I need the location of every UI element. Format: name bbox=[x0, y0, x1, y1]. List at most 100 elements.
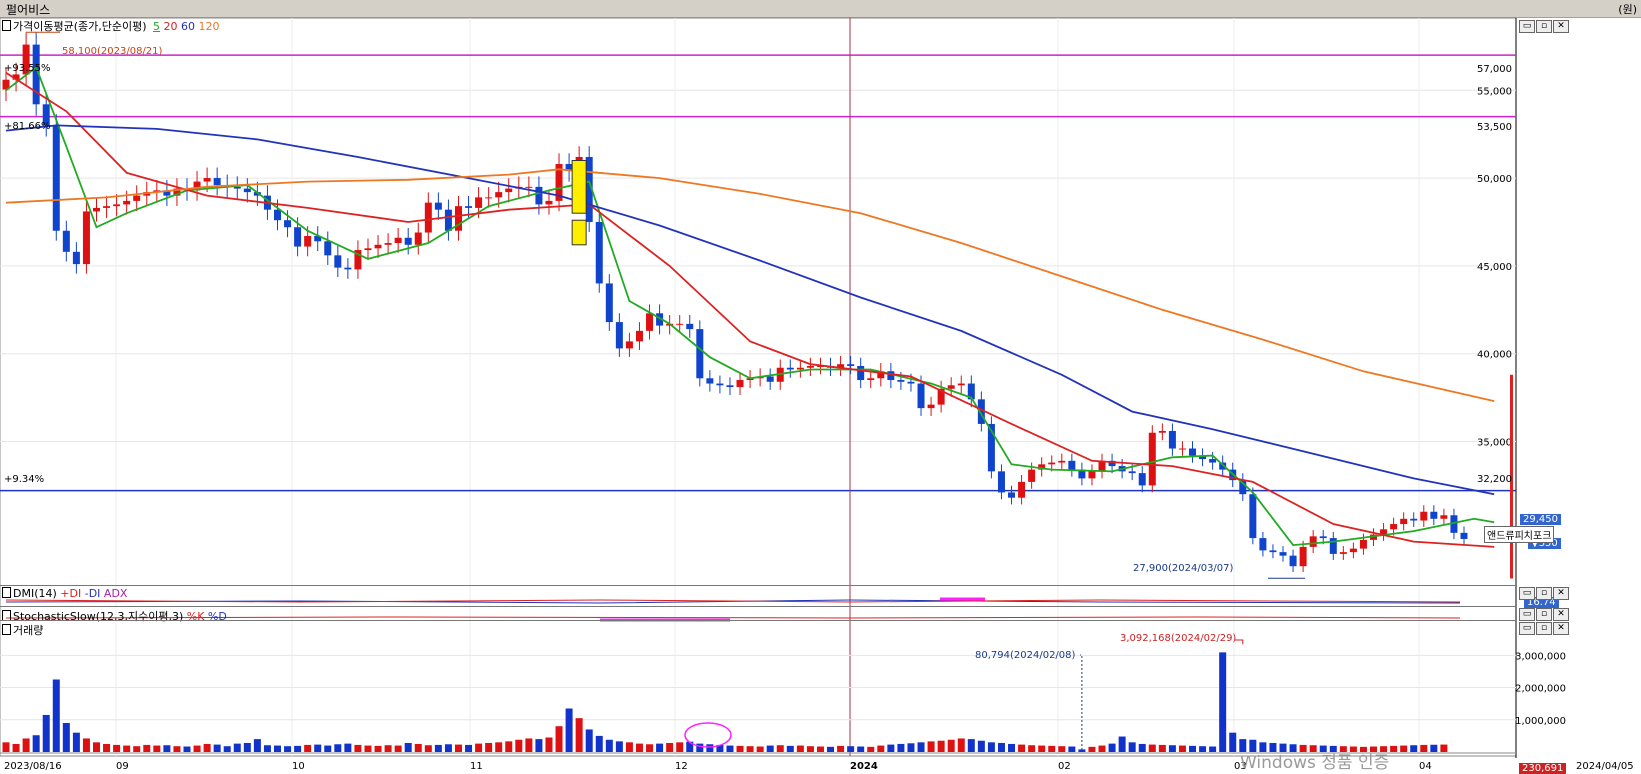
dmi-minus-legend: -DI bbox=[84, 587, 101, 600]
volume-bar bbox=[555, 726, 563, 752]
stoch-d-legend: %D bbox=[207, 610, 227, 623]
candle-body bbox=[72, 251, 80, 265]
candle-body bbox=[907, 381, 915, 384]
candle-body bbox=[1128, 471, 1136, 474]
volume-bar bbox=[837, 745, 845, 752]
x-label-9: 2024/04/05 bbox=[1576, 761, 1634, 772]
volume-restore-button[interactable]: ▭ bbox=[1519, 622, 1535, 635]
candle-body bbox=[1189, 448, 1197, 456]
panel-toggle-icon[interactable] bbox=[2, 20, 11, 31]
dmi-separator[interactable] bbox=[0, 585, 1516, 586]
volume-bar bbox=[243, 742, 251, 752]
panel-toggle-icon[interactable] bbox=[2, 624, 11, 635]
volume-bar bbox=[404, 742, 412, 752]
volume-bar bbox=[535, 739, 543, 752]
candle-body bbox=[957, 383, 965, 386]
ma60-legend: 60 bbox=[181, 20, 196, 33]
candle-body bbox=[344, 267, 352, 270]
candle-body bbox=[304, 236, 312, 247]
stoch-separator[interactable] bbox=[0, 606, 1516, 607]
stoch-restore-button[interactable]: ▭ bbox=[1519, 608, 1535, 621]
dmi-restore-button[interactable]: ▭ bbox=[1519, 587, 1535, 600]
candle-body bbox=[384, 243, 392, 245]
volume-bar bbox=[1098, 745, 1106, 752]
volume-bar bbox=[495, 742, 503, 752]
volume-bar bbox=[1178, 745, 1186, 752]
volume-low-note: 80,794(2024/02/08) bbox=[975, 650, 1076, 661]
price-restore-button[interactable]: ▭ bbox=[1519, 20, 1535, 33]
price-minimize-button[interactable]: ▫ bbox=[1536, 20, 1552, 33]
candle-body bbox=[545, 200, 553, 205]
pitchfork-label[interactable]: 앤드류피치포크 bbox=[1484, 526, 1555, 543]
x-label-8: 04 bbox=[1419, 761, 1432, 772]
volume-bar bbox=[967, 739, 975, 752]
candle-body bbox=[1420, 511, 1428, 521]
candle-body bbox=[1249, 494, 1257, 539]
volume-bar bbox=[1219, 652, 1227, 752]
volume-bar bbox=[424, 745, 432, 752]
candle-body bbox=[927, 404, 935, 409]
volume-bar bbox=[1038, 745, 1046, 752]
panel-toggle-icon[interactable] bbox=[2, 587, 11, 598]
dmi-close-button[interactable]: ✕ bbox=[1553, 587, 1569, 600]
candle-body bbox=[1018, 481, 1026, 498]
volume-bar bbox=[1430, 744, 1438, 752]
candle-body bbox=[374, 244, 382, 249]
volume-bar bbox=[696, 743, 704, 752]
volume-bar bbox=[1138, 743, 1146, 752]
volume-bar bbox=[816, 746, 824, 752]
candle-body bbox=[1028, 469, 1036, 482]
volume-close-button[interactable]: ✕ bbox=[1553, 622, 1569, 635]
volume-bar bbox=[32, 735, 40, 752]
stoch-minimize-button[interactable]: ▫ bbox=[1536, 608, 1552, 621]
candle-body bbox=[1148, 432, 1156, 486]
candle-body bbox=[273, 209, 281, 221]
volume-bar bbox=[605, 739, 613, 752]
volume-bar bbox=[475, 743, 483, 752]
highlight-box bbox=[571, 219, 587, 246]
price-close-button[interactable]: ✕ bbox=[1553, 20, 1569, 33]
candle-body bbox=[424, 202, 432, 233]
volume-bar bbox=[485, 742, 493, 752]
candle-body bbox=[716, 383, 724, 386]
volume-bar bbox=[1410, 745, 1418, 752]
candle-body bbox=[917, 383, 925, 409]
volume-bar bbox=[1068, 746, 1076, 752]
candle-body bbox=[947, 385, 955, 389]
candle-body bbox=[1400, 518, 1408, 525]
candle-body bbox=[334, 255, 342, 268]
candle-body bbox=[1460, 532, 1468, 539]
volume-bar bbox=[294, 745, 302, 752]
candle-body bbox=[1008, 492, 1016, 498]
volume-bar bbox=[22, 738, 30, 752]
candle-body bbox=[1309, 536, 1317, 547]
x-label-0: 2023/08/16 bbox=[4, 761, 62, 772]
volume-bar bbox=[163, 745, 171, 752]
volume-bar bbox=[937, 740, 945, 752]
candle-body bbox=[535, 186, 543, 205]
candle-body bbox=[62, 230, 70, 252]
volume-bar bbox=[1390, 745, 1398, 752]
volume-bar bbox=[746, 746, 754, 752]
volume-bar bbox=[123, 745, 131, 752]
candle-body bbox=[1410, 518, 1418, 521]
stoch-k-legend: %K bbox=[186, 610, 205, 623]
price-legend: 가격이동평균(종가,단순이평) 5 20 60 120 bbox=[2, 18, 220, 34]
volume-current-badge: 230,691 bbox=[1519, 763, 1567, 774]
candle-body bbox=[434, 202, 442, 210]
volume-bar bbox=[143, 744, 151, 752]
candle-body bbox=[364, 248, 372, 251]
stoch-close-button[interactable]: ✕ bbox=[1553, 608, 1569, 621]
candle-body bbox=[1430, 511, 1438, 519]
volume-bar bbox=[103, 743, 111, 752]
volume-minimize-button[interactable]: ▫ bbox=[1536, 622, 1552, 635]
candle-body bbox=[1299, 546, 1307, 567]
volume-bar bbox=[806, 746, 814, 752]
volume-separator[interactable] bbox=[0, 620, 1516, 621]
volume-bar bbox=[253, 739, 261, 752]
dmi-minimize-button[interactable]: ▫ bbox=[1536, 587, 1552, 600]
candle-body bbox=[525, 186, 533, 188]
candle-body bbox=[505, 188, 513, 193]
pct-label-3: +9.34% bbox=[4, 474, 45, 485]
volume-bar bbox=[615, 741, 623, 752]
